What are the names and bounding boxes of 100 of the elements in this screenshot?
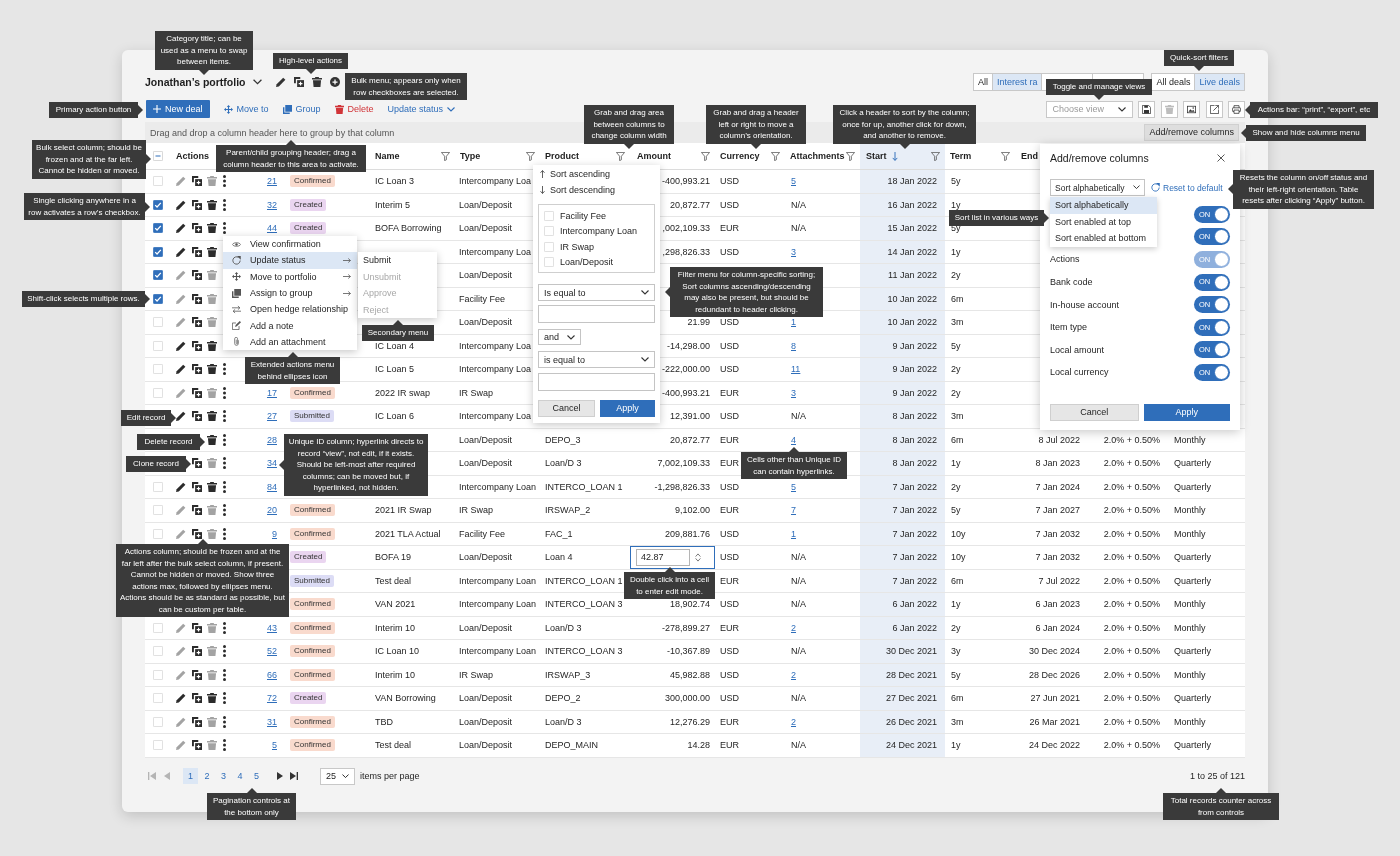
annotation-tooltip: Primary action button [49, 102, 143, 118]
table-cell: 1y [951, 458, 961, 469]
table-cell: Loan/Deposit [459, 199, 513, 210]
table-cell: IR Swap [459, 505, 493, 516]
table-cell: EUR [720, 505, 739, 516]
table-cell: 2.0% + 0.50% [1103, 599, 1160, 610]
table-cell: Loan/Deposit [459, 317, 513, 328]
annotation-tooltip: Category title; can be used as a menu to swap between items. [155, 31, 253, 75]
table-cell: IRSWAP_3 [545, 669, 591, 680]
table-cell: 14.28 [687, 740, 710, 751]
table-cell: 14 Jan 2022 [887, 246, 937, 257]
status-badge: Created [290, 198, 327, 211]
table-cell: -222,000.00 [661, 364, 710, 375]
annotation-tooltip: Show and hide columns menu [1241, 125, 1366, 141]
table-cell: Quarterly [1174, 693, 1211, 704]
annotation-tooltip: Grab and drag area between columns to change column width [584, 105, 674, 149]
table-cell: Loan/Deposit [459, 223, 513, 234]
table-cell: FAC_1 [545, 528, 573, 539]
table-cell: 8 Jan 2022 [892, 434, 937, 445]
table-cell: EUR [720, 740, 739, 751]
table-cell: USD [720, 246, 739, 257]
table-cell: USD [720, 481, 739, 492]
table-cell: VAN 2021 [375, 599, 416, 610]
table-cell: Interim 10 [375, 669, 416, 680]
table-cell: N/A [791, 223, 806, 234]
table-cell: 6 Jan 2023 [1035, 599, 1080, 610]
status-badge: Submitted [290, 410, 335, 423]
table-cell: Quarterly [1174, 481, 1211, 492]
table-cell: EUR [720, 716, 739, 727]
table-cell: N/A [791, 199, 806, 210]
status-badge: Created [290, 551, 327, 564]
table-cell: 10y [951, 528, 966, 539]
status-badge: Created [290, 222, 327, 235]
table-cell: N/A [791, 693, 806, 704]
table-cell: N/A [791, 646, 806, 657]
table-cell: 7 Jan 2024 [1035, 481, 1080, 492]
table-cell: Monthly [1174, 716, 1206, 727]
table-cell: 7 Jan 2022 [892, 528, 937, 539]
table-cell: 18,902.74 [669, 599, 710, 610]
status-badge: Confirmed [290, 386, 335, 399]
annotation-tooltip: Click a header to sort by the column; once for up, another click for down, and another to remove. [833, 105, 976, 149]
table-cell: IC Loan 4 [375, 340, 415, 351]
status-badge: Submitted [290, 574, 335, 587]
column-name: Bank code [1050, 277, 1093, 288]
table-cell: INTERCO_LOAN 1 [545, 575, 623, 586]
table-cell: 24 Dec 2021 [885, 740, 937, 751]
table-cell: 9 Jan 2022 [892, 387, 937, 398]
table-cell: 5y [951, 669, 961, 680]
table-cell: IR Swap [459, 387, 493, 398]
table-cell: USD [720, 599, 739, 610]
table-cell: 7 Jan 2022 [892, 552, 937, 563]
table-cell: Monthly [1174, 528, 1206, 539]
table-cell: -400,993.21 [661, 176, 710, 187]
annotation-tooltip: Actions column; should be frozen and at the far left after the bulk select column, if present. Cannot be hidden or moved. Show three actions max, followed by ellipses menu. Actions should be as standard as possible, but can be custom per table. [116, 539, 289, 617]
table-cell: 2.0% + 0.50% [1103, 528, 1160, 539]
table-cell: Loan/Deposit [459, 622, 513, 633]
table-cell: USD [720, 364, 739, 375]
table-cell: 8 Jan 2023 [1035, 458, 1080, 469]
table-cell: 10 Jan 2022 [887, 317, 937, 328]
annotation-tooltip: Unique ID column; hyperlink directs to record “view”, not edit, if it exists. Should be left-most after required columns; can be moved but, if hyperlinked, not hidden. [279, 434, 428, 496]
table-cell: 27 Dec 2021 [885, 693, 937, 704]
table-cell: Intercompany Loan [459, 599, 537, 610]
column-name: Local amount [1050, 344, 1105, 355]
table-cell: Intercompany Loan [459, 481, 537, 492]
table-cell: Loan/D 3 [545, 622, 582, 633]
table-cell: 1y [951, 740, 961, 751]
table-cell: IR Swap [459, 669, 493, 680]
table-cell: 28 Dec 2021 [885, 669, 937, 680]
table-cell: 6 Jan 2024 [1035, 622, 1080, 633]
column-name: Local currency [1050, 367, 1109, 378]
table-cell: Interim 10 [375, 622, 416, 633]
table-cell: INTERCO_LOAN 1 [545, 481, 623, 492]
annotation-tooltip: Sort list in various ways [949, 210, 1049, 226]
table-cell: 2.0% + 0.50% [1103, 693, 1160, 704]
table-cell: -14,298.00 [666, 340, 710, 351]
status-badge: Confirmed [290, 175, 335, 188]
table-cell: N/A [791, 740, 806, 751]
table-cell: Loan 4 [545, 552, 573, 563]
table-cell: Quarterly [1174, 740, 1211, 751]
table-cell: USD [720, 528, 739, 539]
annotation-tooltip: Edit record [121, 410, 176, 426]
table-cell: 2.0% + 0.50% [1103, 505, 1160, 516]
annotation-tooltip: Grab and drag a header left or right to move a column’s orientation. [706, 105, 806, 149]
table-cell: 2.0% + 0.50% [1103, 481, 1160, 492]
table-cell: -400,993.21 [661, 387, 710, 398]
table-cell: 30 Dec 2021 [885, 646, 937, 657]
table-cell: -278,899.27 [661, 622, 710, 633]
table-cell: Loan/D 3 [545, 458, 582, 469]
table-cell: 2021 IR Swap [375, 505, 432, 516]
table-cell: IC Loan 6 [375, 411, 415, 422]
annotation-tooltip: Clone record [126, 456, 191, 472]
table-cell: Interim 5 [375, 199, 410, 210]
table-cell: Intercompany Loa [459, 340, 532, 351]
table-cell: N/A [791, 552, 806, 563]
table-cell: IRSWAP_2 [545, 505, 591, 516]
table-cell: 27 Jun 2021 [1030, 693, 1080, 704]
table-cell: USD [720, 669, 739, 680]
table-cell: Monthly [1174, 622, 1206, 633]
table-cell: 300,000.00 [664, 693, 710, 704]
table-cell: 9 Jan 2022 [892, 340, 937, 351]
